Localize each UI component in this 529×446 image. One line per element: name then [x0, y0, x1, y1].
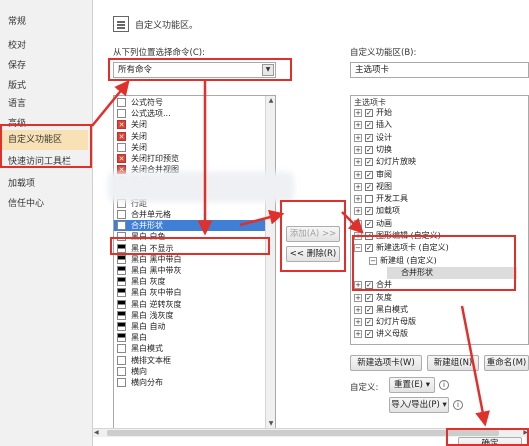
annotation-arrows [91, 80, 490, 427]
